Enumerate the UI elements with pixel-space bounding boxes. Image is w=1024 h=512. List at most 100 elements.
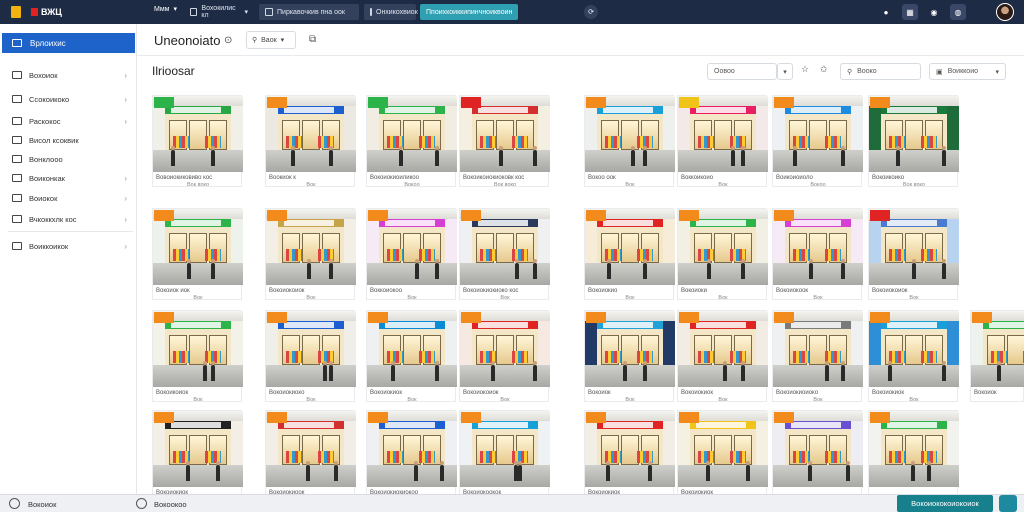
brand-mark-icon [31,8,38,16]
settings-icon[interactable]: ◉ [926,4,942,20]
image-card[interactable]: Вокоиокио Вок [584,208,675,301]
filter-label: Воиккоио [947,68,978,75]
avatar[interactable] [996,3,1014,21]
help-icon[interactable]: ◍ [950,4,966,20]
image-card[interactable] [772,410,863,502]
status-badge [267,210,287,221]
tab-dropdown-1[interactable]: Вохокилис кл ▾ [184,5,254,19]
view-select-label: Ваок [261,36,277,44]
image-card[interactable]: Вокоиокоок Вок [772,208,863,301]
star-icon[interactable]: ✩ [820,64,828,75]
footer-action-button[interactable]: Вокоиококоиокоиок [897,495,993,512]
card-subcaption: Вок [718,397,728,403]
sidebar-item-5[interactable]: Вонклооо [0,151,137,167]
sidebar-item-7[interactable]: Воиокок › [0,190,137,206]
image-card[interactable]: Вокоиокоиок Вок [265,208,356,301]
image-card[interactable]: Вокоиоки Вок [677,208,768,301]
image-card[interactable]: Вокоиокиок [584,410,675,502]
footer-bar: Вокоиок Вокоокоо [0,494,1024,512]
image-card[interactable]: Вокоиокиоок [265,410,356,502]
footer-left-label[interactable]: Вокоиок [28,500,56,509]
sidebar-item-9[interactable]: Воиккоикок › [0,238,137,254]
tag-icon [12,194,22,202]
sidebar-item-8[interactable]: Вчкоккхлк кос › [0,211,137,227]
sidebar-item-label: Ссокоикоко [29,94,70,104]
sidebar-item-label: Воиккоикок [29,241,69,251]
image-card[interactable]: Вокоиокиокиокоо [366,410,457,502]
image-card[interactable]: Вовоиокиковиво кос Вок воко [152,95,243,188]
image-card[interactable]: Вокоиокоиок Вок [868,208,959,301]
tab-2[interactable]: Пиркавочкив пна оок [259,4,359,20]
tab-3[interactable]: Онхикохвиок [364,4,418,20]
menu-dropdown[interactable]: Ммм ▾ [154,5,177,14]
sidebar-item-active[interactable]: Врлоихис [2,33,135,53]
brand[interactable]: ВЖЦ [31,7,62,17]
status-badge [774,312,794,323]
image-card[interactable]: Вокоиокиок Вок [868,310,959,403]
search-bar[interactable]: Ппоихкоиккипинчноиквоиноиикиокк [420,4,518,20]
view-select[interactable]: ⚲ Ваок ▾ [246,31,296,49]
card-subcaption: Вок [718,295,728,301]
image-card[interactable]: Вокоиок иок Вок [152,208,243,301]
image-card[interactable]: Вокоиокоокок [459,410,550,502]
info-icon[interactable]: ⊙ [224,35,232,46]
sidebar-item-1[interactable]: Вохоиок › [0,67,137,83]
image-card[interactable]: Вокоо оок Вок [584,95,675,188]
card-subcaption: Вок воко [902,182,926,188]
image-card[interactable]: Вокоиокиок [677,410,768,502]
image-card[interactable]: Вокоиокиоиоко Вок [772,310,863,403]
image-card[interactable]: Вокоиокиок [152,410,243,502]
image-card[interactable]: Вокоиокиокиоко кос Вок [459,208,550,301]
card-caption: Вокоиоки [681,288,708,294]
image-card[interactable]: Вокоиокиоиликоо Вокоо [366,95,457,188]
image-card[interactable]: Вокоикоиок Вок [152,310,243,403]
layers-icon[interactable]: ⧉ [309,34,316,45]
image-card[interactable]: Вокоиокиок Вок [366,310,457,403]
image-card[interactable]: Вокоиок [970,310,1024,402]
grid-icon[interactable]: ▦ [902,4,918,20]
list-icon [12,95,22,103]
image-card[interactable]: Вокоикоиокиоковк кос Вок воко [459,95,550,188]
sort-select[interactable]: Оовоо [707,63,777,80]
status-badge [870,312,890,323]
image-card[interactable] [868,410,959,502]
image-card[interactable]: Вокоикоико Вок воко [868,95,959,188]
card-caption: Вокоиокоиок [269,288,305,294]
card-subcaption: Вок [813,295,823,301]
image-card[interactable]: Вокоиокоиок Вок [459,310,550,403]
sidebar-item-2[interactable]: Ссокоикоко › [0,91,137,107]
status-badge [679,412,699,423]
notification-icon[interactable]: ● [878,4,894,20]
card-subcaption: Вок [909,295,919,301]
sidebar-item-4[interactable]: Висол ксоквик [0,132,137,148]
footer-mid-label[interactable]: Вокоокоо [154,500,187,509]
chevron-down-icon: ▾ [280,37,285,44]
chevron-down-icon[interactable]: ▾ [777,63,793,80]
card-caption: Вокоиокиоиоко [776,390,819,396]
image-card[interactable]: Воикоиоиоло Вокоо [772,95,863,188]
star-outline-icon[interactable]: ☆ [801,64,809,75]
user-circle-icon[interactable] [9,498,20,509]
chevron-down-icon: ▾ [173,6,177,13]
chat-icon[interactable] [999,495,1017,512]
status-badge [154,412,174,423]
image-card[interactable]: Воккоиокоо Вок [366,208,457,301]
sidebar-item-6[interactable]: Воиконкак › [0,170,137,186]
sidebar-item-3[interactable]: Раскокос › [0,113,137,129]
refresh-icon[interactable]: ⟳ [584,5,598,19]
sort-label: Оовоо [714,68,735,75]
image-card[interactable]: Вокоиок Вок [584,310,675,403]
image-card[interactable]: Воокиок к Вок [265,95,356,188]
status-badge [461,312,481,323]
filter-select[interactable]: ▣ Воиккоио ▾ [929,63,1006,80]
search-input[interactable]: ⚲ Вооко [840,63,921,80]
sidebar-item-label: Воиокок [29,193,58,203]
status-badge [154,312,174,323]
status-badge [586,412,606,423]
image-card[interactable]: Вокоиокиоко Вок [265,310,356,403]
image-card[interactable]: Воккоикоио Вок [677,95,768,188]
help-circle-icon[interactable] [136,498,147,509]
status-badge [870,97,890,108]
card-caption: Воккоикоио [681,175,714,181]
image-card[interactable]: Вокоиокиок Вок [677,310,768,403]
